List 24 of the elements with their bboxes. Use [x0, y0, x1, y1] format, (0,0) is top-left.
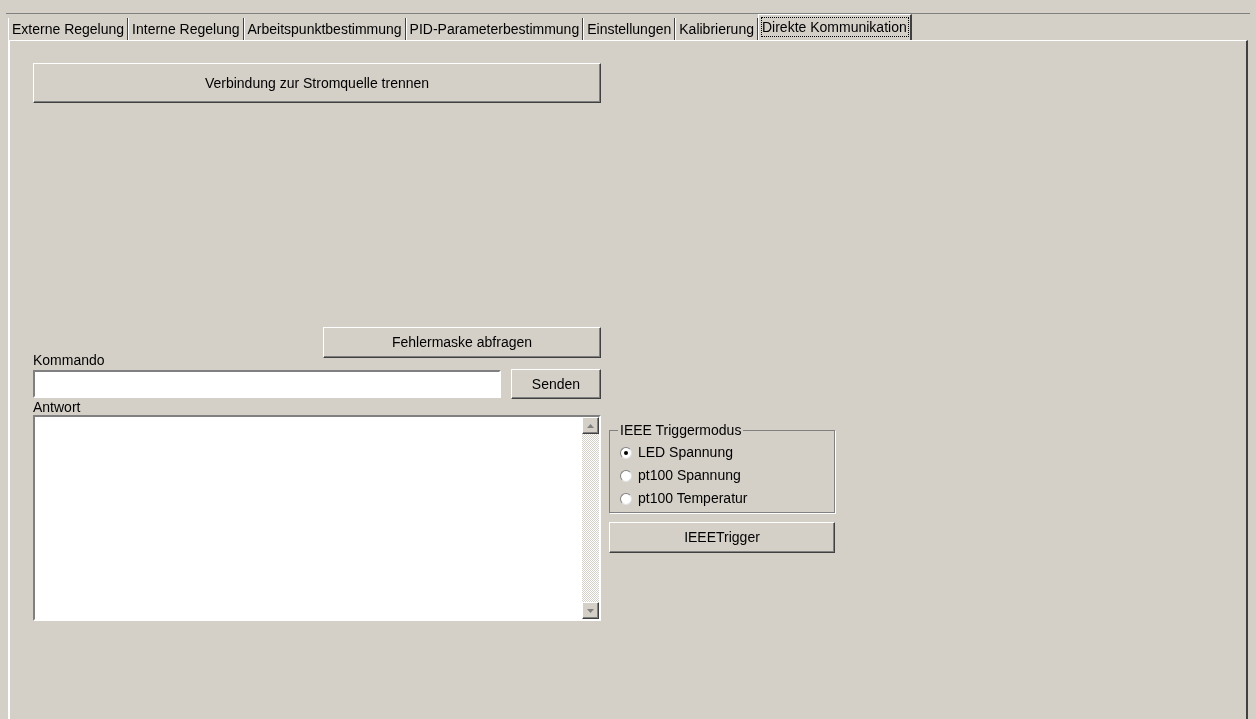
radio-label: pt100 Spannung	[638, 466, 741, 485]
scroll-down-icon[interactable]	[582, 602, 599, 619]
radio-button[interactable]	[620, 446, 632, 459]
radio-label: pt100 Temperatur	[638, 489, 748, 508]
command-field[interactable]	[33, 370, 501, 398]
tab[interactable]: Kalibrierung	[675, 18, 758, 40]
trigger-button[interactable]: IEEETrigger	[609, 522, 835, 553]
tab[interactable]: Interne Regelung	[128, 18, 244, 40]
error-mask-button[interactable]: Fehlermaske abfragen	[323, 327, 601, 358]
tab[interactable]: PID-Parameterbestimmung	[405, 18, 584, 40]
tab[interactable]: Arbeitspunktbestimmung	[243, 18, 406, 40]
disconnect-button[interactable]: Verbindung zur Stromquelle trennen	[33, 63, 601, 103]
scroll-up-icon[interactable]	[582, 417, 599, 434]
send-button[interactable]: Senden	[511, 369, 601, 399]
group-title: IEEE Triggermodus	[619, 421, 743, 440]
radio-button[interactable]	[620, 492, 632, 505]
response-label: Antwort	[33, 399, 82, 415]
radio-label: LED Spannung	[638, 443, 733, 462]
radio-button[interactable]	[620, 469, 632, 482]
tab[interactable]: Externe Regelung	[8, 18, 129, 40]
tab[interactable]: Einstellungen	[583, 18, 676, 40]
scrollbar[interactable]	[582, 417, 599, 619]
tab[interactable]: Direkte Kommunikation	[758, 14, 912, 40]
command-label: Kommando	[33, 352, 106, 368]
